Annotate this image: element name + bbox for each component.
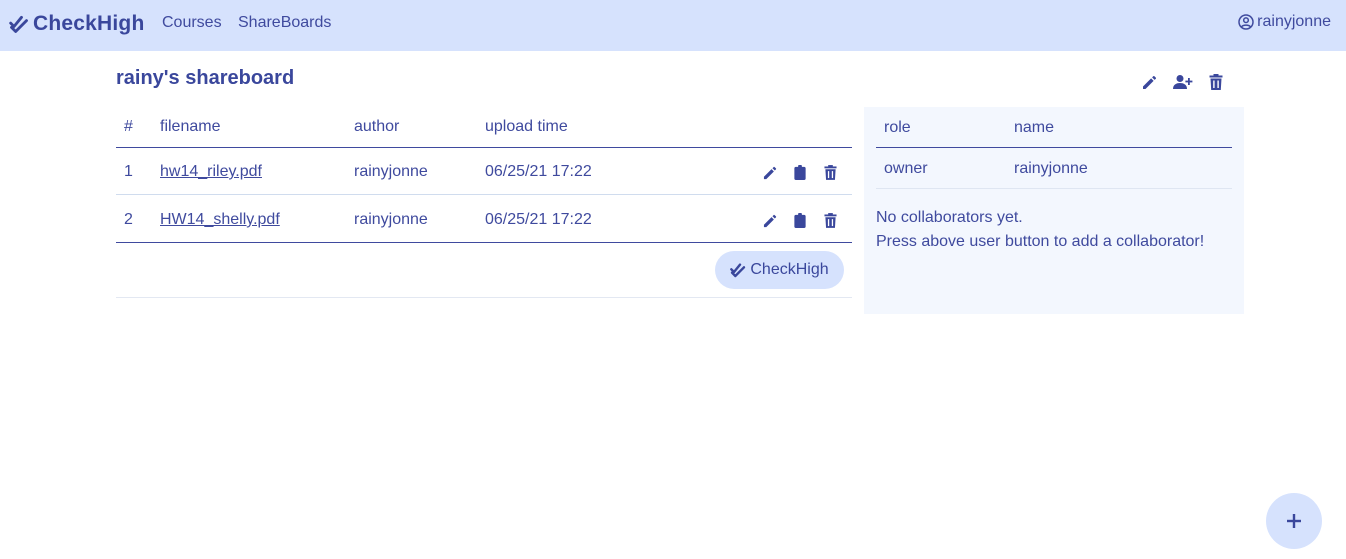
collaborator-row: owner rainyjonne <box>876 148 1232 189</box>
edit-board-button[interactable] <box>1139 72 1161 92</box>
double-check-icon <box>730 263 746 278</box>
header-upload-time: upload time <box>485 118 568 135</box>
file-author: rainyjonne <box>354 211 428 228</box>
file-link[interactable]: hw14_riley.pdf <box>160 163 262 181</box>
add-fab-button[interactable] <box>1266 493 1322 549</box>
collaborator-name: rainyjonne <box>1014 160 1088 177</box>
header-name: name <box>1014 119 1055 136</box>
file-upload-time: 06/25/21 17:22 <box>485 163 592 180</box>
pencil-icon <box>1143 75 1157 89</box>
add-collaborator-button[interactable] <box>1172 72 1194 92</box>
row-actions <box>759 162 849 182</box>
file-link[interactable]: HW14_shelly.pdf <box>160 211 280 229</box>
delete-file-button[interactable] <box>819 210 841 230</box>
user-menu[interactable]: rainyjonne <box>1238 13 1331 31</box>
table-row: 1 hw14_riley.pdf rainyjonne 06/25/21 17:… <box>116 148 852 195</box>
page-title: rainy's shareboard <box>116 67 295 89</box>
trash-icon <box>823 164 837 180</box>
nav-shareboards-link[interactable]: ShareBoards <box>238 14 331 32</box>
empty-message-line2: Press above user button to add a collabo… <box>876 233 1205 250</box>
edit-file-button[interactable] <box>759 210 781 230</box>
edit-file-button[interactable] <box>759 162 781 182</box>
checkhigh-button[interactable]: CheckHigh <box>715 251 844 289</box>
board-actions <box>1139 72 1238 92</box>
files-footer: CheckHigh <box>116 243 852 298</box>
file-upload-time: 06/25/21 17:22 <box>485 211 592 228</box>
collaborator-role: owner <box>884 160 928 177</box>
delete-board-button[interactable] <box>1205 72 1227 92</box>
brand-logo[interactable]: CheckHigh <box>9 11 145 37</box>
pencil-icon <box>763 214 776 227</box>
double-check-icon <box>9 15 28 33</box>
delete-file-button[interactable] <box>819 162 841 182</box>
brand-name: CheckHigh <box>33 12 145 35</box>
username: rainyjonne <box>1257 13 1331 30</box>
checkhigh-button-label: CheckHigh <box>750 261 829 278</box>
trash-icon <box>1209 74 1223 90</box>
trash-icon <box>823 212 837 228</box>
table-row: 2 HW14_shelly.pdf rainyjonne 06/25/21 17… <box>116 196 852 243</box>
plus-icon <box>1287 514 1301 528</box>
nav-courses-link[interactable]: Courses <box>162 14 222 32</box>
pencil-icon <box>763 166 776 179</box>
table-header: # filename author upload time <box>116 106 852 148</box>
user-circle-icon <box>1238 14 1254 30</box>
header-filename: filename <box>160 118 221 135</box>
user-plus-icon <box>1173 75 1193 89</box>
row-number: 1 <box>124 163 133 180</box>
row-actions <box>759 210 849 230</box>
copy-file-button[interactable] <box>789 162 811 182</box>
collaborators-panel: role name owner rainyjonne No collaborat… <box>864 107 1244 314</box>
clipboard-icon <box>794 212 806 228</box>
collaborators-header: role name <box>876 107 1232 148</box>
copy-file-button[interactable] <box>789 210 811 230</box>
empty-collaborators-message: No collaborators yet. Press above user b… <box>876 206 1204 254</box>
empty-message-line1: No collaborators yet. <box>876 209 1023 226</box>
header-author: author <box>354 118 400 135</box>
header-role: role <box>884 119 911 136</box>
row-number: 2 <box>124 211 133 228</box>
file-author: rainyjonne <box>354 163 428 180</box>
top-navbar: CheckHigh Courses ShareBoards rainyjonne <box>0 0 1346 51</box>
clipboard-icon <box>794 164 806 180</box>
header-number: # <box>124 118 133 135</box>
